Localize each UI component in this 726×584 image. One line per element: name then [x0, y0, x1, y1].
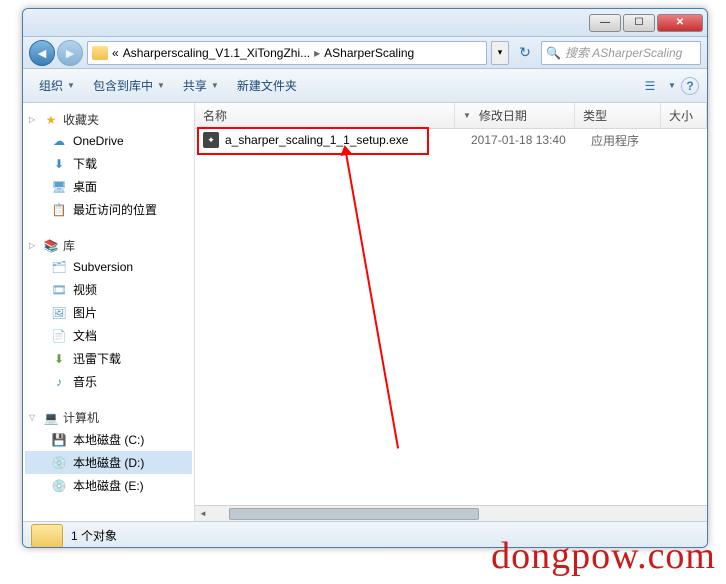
file-list: 名称 ▼修改日期 类型 大小 ✦ a_sharper_scaling_1_1_s…	[195, 103, 707, 521]
help-button[interactable]: ?	[681, 77, 699, 95]
sidebar-item-downloads[interactable]: ⬇下载	[25, 152, 192, 175]
drive-icon: 💾	[51, 432, 67, 448]
breadcrumb-segment-1[interactable]: Asharperscaling_V1.1_XiTongZhi...	[123, 46, 310, 60]
include-library-button[interactable]: 包含到库中▼	[85, 73, 173, 98]
file-row[interactable]: ✦ a_sharper_scaling_1_1_setup.exe 2017-0…	[195, 129, 707, 151]
folder-icon	[31, 524, 63, 548]
column-type[interactable]: 类型	[575, 103, 661, 128]
breadcrumb-separator: ▸	[314, 46, 320, 60]
sidebar-computer[interactable]: ▽ 💻 计算机	[25, 407, 192, 428]
forward-button[interactable]: ►	[57, 40, 83, 66]
refresh-button[interactable]: ↻	[513, 41, 537, 65]
search-icon: 🔍	[546, 46, 561, 60]
minimize-button[interactable]: —	[589, 14, 621, 32]
sidebar-item-onedrive[interactable]: ☁OneDrive	[25, 130, 192, 152]
chevron-down-icon: ▼	[211, 81, 219, 90]
chevron-down-icon: ▼	[157, 81, 165, 90]
breadcrumb[interactable]: « Asharperscaling_V1.1_XiTongZhi... ▸ AS…	[87, 41, 487, 65]
organize-button[interactable]: 组织▼	[31, 73, 83, 98]
explorer-window: — ☐ ✕ ◄ ► « Asharperscaling_V1.1_XiTongZ…	[22, 8, 708, 548]
exe-icon: ✦	[203, 132, 219, 148]
column-size[interactable]: 大小	[661, 103, 707, 128]
titlebar: — ☐ ✕	[23, 9, 707, 37]
computer-icon: 💻	[43, 410, 59, 426]
body: ▷ ★ 收藏夹 ☁OneDrive ⬇下载 🖥桌面 📋最近访问的位置 ▷ 📚 库…	[23, 103, 707, 521]
view-dropdown[interactable]: ▼	[665, 75, 679, 97]
breadcrumb-dropdown[interactable]: ▾	[491, 41, 509, 65]
maximize-button[interactable]: ☐	[623, 14, 655, 32]
new-folder-button[interactable]: 新建文件夹	[229, 73, 305, 98]
search-placeholder: 搜索 ASharperScaling	[565, 44, 682, 61]
chevron-down-icon: ▼	[67, 81, 75, 90]
column-date[interactable]: ▼修改日期	[455, 103, 575, 128]
sidebar-item-subversion[interactable]: 🗂Subversion	[25, 256, 192, 278]
sidebar-item-recent[interactable]: 📋最近访问的位置	[25, 198, 192, 221]
search-input[interactable]: 🔍 搜索 ASharperScaling	[541, 41, 701, 65]
back-button[interactable]: ◄	[29, 40, 55, 66]
expand-icon: ▷	[29, 115, 39, 124]
column-headers: 名称 ▼修改日期 类型 大小	[195, 103, 707, 129]
status-bar: 1 个对象	[23, 521, 707, 548]
sidebar-item-pictures[interactable]: 🖼图片	[25, 301, 192, 324]
picture-icon: 🖼	[51, 305, 67, 321]
file-name: a_sharper_scaling_1_1_setup.exe	[225, 133, 463, 147]
view-button[interactable]: ☰	[637, 75, 663, 97]
close-button[interactable]: ✕	[657, 14, 703, 32]
sidebar-item-drive-d[interactable]: 💿本地磁盘 (D:)	[25, 451, 192, 474]
share-button[interactable]: 共享▼	[175, 73, 227, 98]
sidebar-item-videos[interactable]: 🎞视频	[25, 278, 192, 301]
sidebar-item-documents[interactable]: 📄文档	[25, 324, 192, 347]
address-bar: ◄ ► « Asharperscaling_V1.1_XiTongZhi... …	[23, 37, 707, 69]
breadcrumb-segment-2[interactable]: ASharperScaling	[324, 46, 414, 60]
music-icon: ♪	[51, 374, 67, 390]
breadcrumb-overflow: «	[112, 46, 119, 60]
library-icon: 📚	[43, 238, 59, 254]
scroll-left-icon[interactable]: ◄	[195, 507, 211, 521]
document-icon: 📄	[51, 328, 67, 344]
drive-icon: 💿	[51, 455, 67, 471]
folder-icon	[92, 46, 108, 60]
sidebar-item-drive-c[interactable]: 💾本地磁盘 (C:)	[25, 428, 192, 451]
xunlei-icon: ⬇	[51, 351, 67, 367]
sidebar-item-drive-e[interactable]: 💿本地磁盘 (E:)	[25, 474, 192, 497]
cloud-icon: ☁	[51, 133, 67, 149]
horizontal-scrollbar[interactable]: ◄	[195, 505, 707, 521]
annotation-arrow	[345, 153, 399, 449]
video-icon: 🎞	[51, 282, 67, 298]
status-text: 1 个对象	[71, 527, 117, 544]
file-date: 2017-01-18 13:40	[463, 133, 583, 147]
file-type: 应用程序	[583, 132, 669, 149]
sidebar-libraries[interactable]: ▷ 📚 库	[25, 235, 192, 256]
download-icon: ⬇	[51, 156, 67, 172]
svn-icon: 🗂	[51, 259, 67, 275]
expand-icon: ▷	[29, 241, 39, 250]
scrollbar-thumb[interactable]	[229, 508, 479, 520]
sidebar-favorites[interactable]: ▷ ★ 收藏夹	[25, 109, 192, 130]
recent-icon: 📋	[51, 202, 67, 218]
star-icon: ★	[43, 112, 59, 128]
sort-icon: ▼	[463, 111, 471, 120]
column-name[interactable]: 名称	[195, 103, 455, 128]
sidebar-item-desktop[interactable]: 🖥桌面	[25, 175, 192, 198]
drive-icon: 💿	[51, 478, 67, 494]
sidebar: ▷ ★ 收藏夹 ☁OneDrive ⬇下载 🖥桌面 📋最近访问的位置 ▷ 📚 库…	[23, 103, 195, 521]
toolbar: 组织▼ 包含到库中▼ 共享▼ 新建文件夹 ☰ ▼ ?	[23, 69, 707, 103]
sidebar-item-xunlei[interactable]: ⬇迅雷下载	[25, 347, 192, 370]
expand-icon: ▽	[29, 413, 39, 422]
sidebar-item-music[interactable]: ♪音乐	[25, 370, 192, 393]
desktop-icon: 🖥	[51, 179, 67, 195]
